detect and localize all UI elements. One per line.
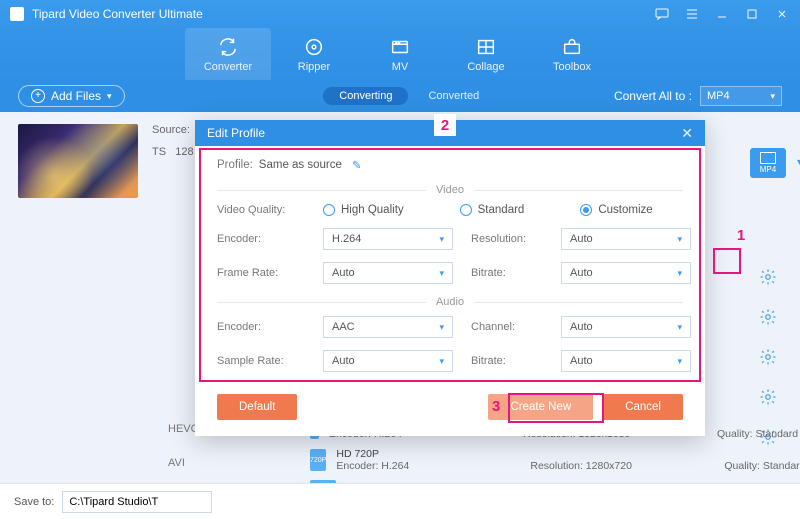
minimize-button[interactable] (714, 6, 730, 22)
tab-mv[interactable]: MV (357, 28, 443, 80)
tab-mv-label: MV (392, 61, 409, 73)
toolbox-icon (561, 36, 583, 58)
audio-encoder-select[interactable]: AAC▾ (323, 316, 453, 338)
save-path-input[interactable] (62, 491, 212, 513)
audio-bitrate-label: Bitrate: (471, 355, 543, 367)
settings-gear-icon[interactable] (759, 308, 777, 326)
tab-converter[interactable]: Converter (185, 28, 271, 80)
radio-icon (460, 204, 472, 216)
audio-encoder-label: Encoder: (217, 321, 305, 333)
create-new-button[interactable]: Create New (488, 394, 593, 420)
profile-label: Profile: (217, 159, 253, 171)
video-encoder-select[interactable]: H.264▾ (323, 228, 453, 250)
plus-icon: + (31, 89, 45, 103)
dialog-close-button[interactable]: ✕ (681, 125, 693, 142)
menu-icon[interactable] (684, 6, 700, 22)
footer-bar: Save to: (0, 483, 800, 519)
title-bar: Tipard Video Converter Ultimate (0, 0, 800, 28)
settings-gear-icon[interactable] (759, 388, 777, 406)
action-row: + Add Files ▾ Converting Converted Conve… (0, 80, 800, 112)
ripper-icon (303, 36, 325, 58)
settings-gear-icon[interactable] (759, 348, 777, 366)
mv-icon (389, 36, 411, 58)
chevron-down-icon: ▾ (677, 322, 682, 333)
callout-1: 1 (730, 224, 752, 246)
samplerate-label: Sample Rate: (217, 355, 305, 367)
preset-quality: Quality: Standard (724, 460, 800, 472)
cancel-button[interactable]: Cancel (603, 394, 683, 420)
preset-name: HD 720P (336, 448, 800, 460)
chevron-down-icon: ▾ (439, 268, 444, 279)
callout-2: 2 (434, 114, 456, 136)
save-to-label: Save to: (14, 496, 54, 508)
convert-all-format-select[interactable]: MP4 ▾ (700, 86, 782, 106)
channel-select[interactable]: Auto▾ (561, 316, 691, 338)
framerate-label: Frame Rate: (217, 267, 305, 279)
collage-icon (475, 36, 497, 58)
chevron-down-icon: ▾ (439, 322, 444, 333)
video-bitrate-label: Bitrate: (471, 267, 543, 279)
preset-row[interactable]: 720P HD 720P Encoder: H.264Resolution: 1… (310, 444, 760, 476)
radio-customize[interactable]: Customize (580, 204, 652, 216)
subtab-converting[interactable]: Converting (323, 87, 408, 105)
app-logo-icon (10, 7, 24, 21)
tab-ripper-label: Ripper (298, 61, 330, 73)
profile-value: Same as source (259, 159, 342, 171)
channel-label: Channel: (471, 321, 543, 333)
audio-bitrate-select[interactable]: Auto▾ (561, 350, 691, 372)
framerate-select[interactable]: Auto▾ (323, 262, 453, 284)
output-format-button[interactable]: MP4 (750, 148, 786, 178)
tab-ripper[interactable]: Ripper (271, 28, 357, 80)
preset-badge-icon: 720P (310, 449, 326, 471)
close-button[interactable] (774, 6, 790, 22)
chevron-down-icon: ▾ (107, 91, 112, 102)
tab-toolbox-label: Toolbox (553, 61, 591, 73)
video-quality-label: Video Quality: (217, 204, 305, 216)
add-files-button[interactable]: + Add Files ▾ (18, 85, 125, 107)
edit-profile-dialog: Edit Profile ✕ Profile: Same as source ✎… (195, 120, 705, 436)
callout-3: 3 (492, 398, 500, 415)
preset-resolution: Resolution: 1280x720 (530, 460, 690, 472)
convert-all-label: Convert All to : (614, 89, 692, 103)
chevron-down-icon: ▾ (677, 268, 682, 279)
converter-icon (217, 36, 239, 58)
source-thumbnail[interactable] (18, 124, 138, 198)
chevron-down-icon: ▾ (770, 91, 775, 102)
tab-converter-label: Converter (204, 61, 252, 73)
output-format-label: MP4 (760, 165, 776, 174)
convert-all-value: MP4 (707, 90, 730, 102)
radio-icon (323, 204, 335, 216)
radio-icon (580, 204, 592, 216)
chevron-down-icon: ▾ (677, 356, 682, 367)
tab-collage[interactable]: Collage (443, 28, 529, 80)
video-encoder-label: Encoder: (217, 233, 305, 245)
preset-encoder: Encoder: H.264 (336, 460, 496, 472)
feedback-icon[interactable] (654, 6, 670, 22)
radio-high-quality[interactable]: High Quality (323, 204, 404, 216)
chevron-down-icon: ▾ (439, 356, 444, 367)
app-title: Tipard Video Converter Ultimate (32, 7, 654, 21)
resolution-select[interactable]: Auto▾ (561, 228, 691, 250)
tab-collage-label: Collage (467, 61, 504, 73)
dialog-title: Edit Profile (207, 126, 265, 140)
section-video-header: Video (217, 184, 683, 196)
add-files-label: Add Files (51, 89, 101, 103)
chevron-down-icon: ▾ (677, 234, 682, 245)
resolution-label: Resolution: (471, 233, 543, 245)
chevron-down-icon: ▾ (439, 234, 444, 245)
edit-profile-name-icon[interactable]: ✎ (352, 158, 362, 172)
settings-gear-icon[interactable] (759, 268, 777, 286)
default-button[interactable]: Default (217, 394, 297, 420)
section-audio-header: Audio (217, 296, 683, 308)
category-avi[interactable]: AVI (168, 446, 229, 480)
radio-standard[interactable]: Standard (460, 204, 525, 216)
main-toolbar: Converter Ripper MV Collage Toolbox (0, 28, 800, 80)
samplerate-select[interactable]: Auto▾ (323, 350, 453, 372)
maximize-button[interactable] (744, 6, 760, 22)
video-bitrate-select[interactable]: Auto▾ (561, 262, 691, 284)
preset-quality: Quality: Standard (717, 428, 800, 440)
subtab-converted[interactable]: Converted (412, 87, 495, 105)
tab-toolbox[interactable]: Toolbox (529, 28, 615, 80)
